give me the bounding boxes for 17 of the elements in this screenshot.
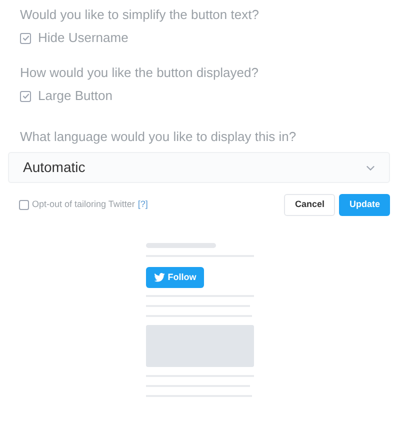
cancel-button[interactable]: Cancel [284, 194, 336, 216]
help-link[interactable]: [?] [138, 198, 148, 212]
checkbox[interactable] [19, 200, 29, 210]
question-text: How would you like the button displayed? [20, 64, 260, 82]
checkbox[interactable] [20, 90, 31, 102]
chevron-down-icon [366, 164, 375, 170]
bird-icon [154, 273, 165, 282]
checkbox-label: Large Button [38, 87, 112, 105]
checkbox-label: Hide Username [38, 29, 128, 47]
checkbox[interactable] [20, 32, 31, 44]
question-text: What language would you like to display this in? [20, 128, 298, 146]
update-button[interactable]: Update [339, 194, 390, 216]
follow-button[interactable]: Follow [146, 267, 204, 288]
language-select[interactable]: Automatic [8, 152, 390, 183]
placeholder-line [146, 243, 216, 248]
opt-out-label: Opt-out of tailoring Twitter [32, 198, 135, 212]
question-text: Would you like to simplify the button text? [20, 6, 260, 24]
